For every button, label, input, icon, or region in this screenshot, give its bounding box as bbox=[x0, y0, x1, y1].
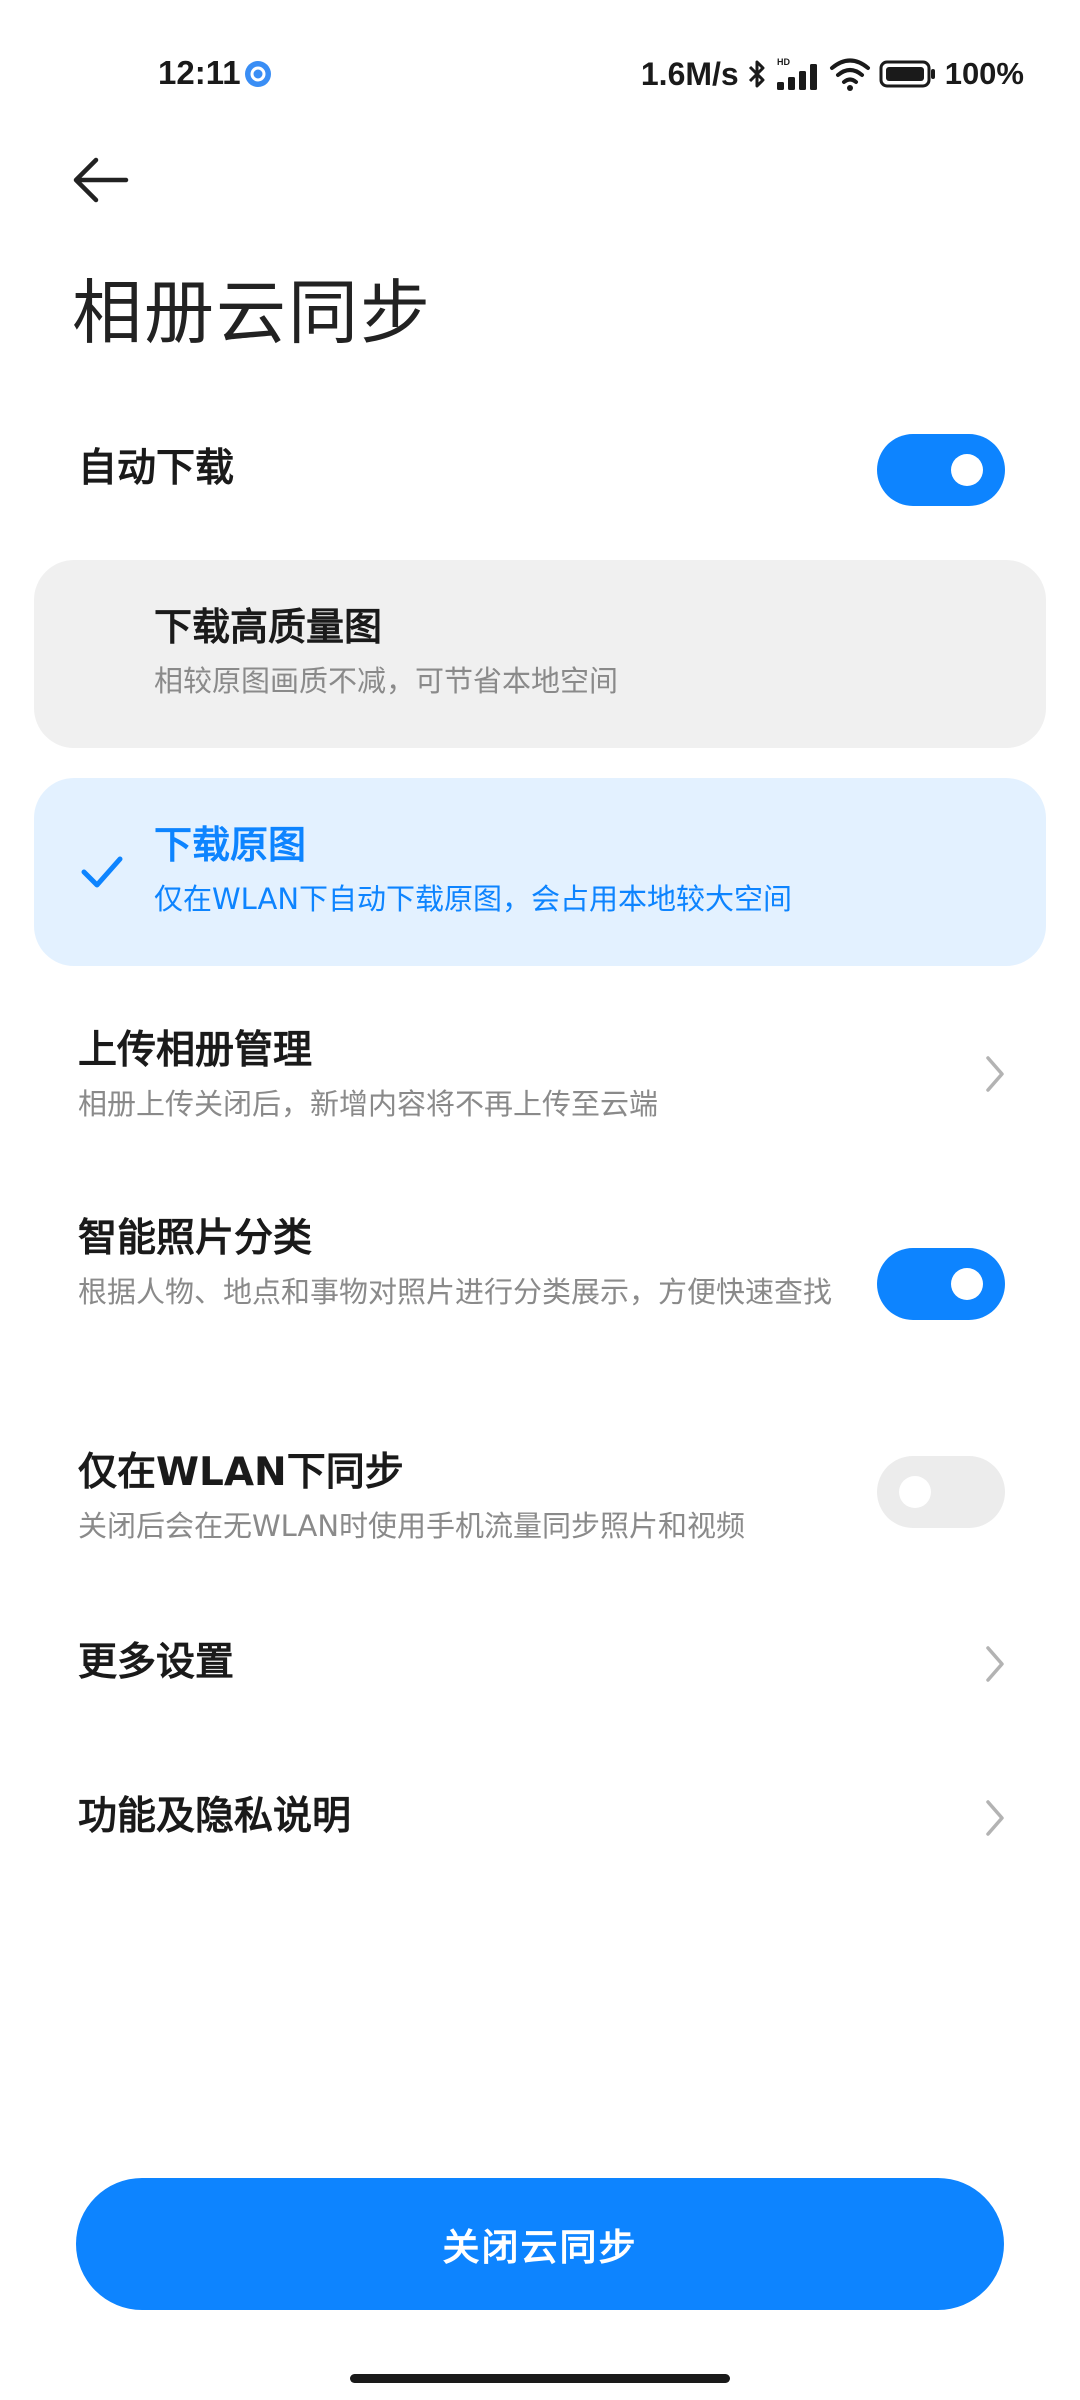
smart-classification-description: 根据人物、地点和事物对照片进行分类展示，方便快速查找 bbox=[78, 1275, 833, 1309]
home-indicator[interactable] bbox=[350, 2374, 730, 2383]
back-button[interactable] bbox=[66, 148, 138, 212]
toggle-knob bbox=[951, 454, 983, 486]
smart-classification-toggle[interactable] bbox=[877, 1248, 1005, 1320]
checkmark-icon bbox=[81, 856, 123, 888]
smart-classification-title: 智能照片分类 bbox=[78, 1216, 313, 1261]
signal-icon: HD bbox=[776, 57, 817, 90]
page-title: 相册云同步 bbox=[72, 272, 432, 354]
toggle-knob bbox=[899, 1476, 931, 1508]
option-title: 下载原图 bbox=[154, 823, 307, 867]
option-description: 仅在WLAN下自动下载原图，会占用本地较大空间 bbox=[154, 882, 793, 916]
option-description: 相较原图画质不减，可节省本地空间 bbox=[154, 664, 619, 698]
chevron-right-icon bbox=[986, 1800, 1004, 1836]
status-time: 12:11 bbox=[158, 54, 241, 91]
upload-management-row[interactable]: 上传相册管理 相册上传关闭后，新增内容将不再上传至云端 bbox=[0, 1010, 1080, 1140]
download-option-original[interactable]: 下载原图 仅在WLAN下自动下载原图，会占用本地较大空间 bbox=[34, 778, 1046, 966]
auto-download-row[interactable]: 自动下载 bbox=[0, 420, 1080, 520]
arrow-left-icon bbox=[73, 157, 129, 203]
more-settings-title: 更多设置 bbox=[78, 1640, 235, 1685]
smart-classification-row[interactable]: 智能照片分类 根据人物、地点和事物对照片进行分类展示，方便快速查找 bbox=[0, 1198, 1080, 1368]
option-title: 下载高质量图 bbox=[154, 605, 383, 649]
download-option-high-quality[interactable]: 下载高质量图 相较原图画质不减，可节省本地空间 bbox=[34, 560, 1046, 748]
bluetooth-icon bbox=[748, 60, 765, 88]
chevron-right-icon bbox=[986, 1056, 1004, 1092]
upload-management-title: 上传相册管理 bbox=[78, 1028, 313, 1073]
app-notification-icon bbox=[245, 61, 271, 87]
wlan-only-toggle[interactable] bbox=[877, 1456, 1005, 1528]
auto-download-label: 自动下载 bbox=[78, 446, 235, 491]
chevron-right-icon bbox=[986, 1646, 1004, 1682]
privacy-row[interactable]: 功能及隐私说明 bbox=[0, 1776, 1080, 1876]
toggle-knob bbox=[951, 1268, 983, 1300]
network-speed: 1.6M/s bbox=[640, 55, 739, 92]
status-right-group: 1.6M/s HD 100% bbox=[641, 52, 1024, 96]
more-settings-row[interactable]: 更多设置 bbox=[0, 1622, 1080, 1722]
wlan-only-description: 关闭后会在无WLAN时使用手机流量同步照片和视频 bbox=[78, 1509, 746, 1543]
status-bar: 12:11 1.6M/s HD 100% bbox=[0, 0, 1080, 140]
privacy-title: 功能及隐私说明 bbox=[78, 1794, 352, 1839]
close-cloud-sync-button[interactable]: 关闭云同步 bbox=[76, 2178, 1004, 2310]
wlan-only-title: 仅在WLAN下同步 bbox=[78, 1450, 404, 1495]
upload-management-description: 相册上传关闭后，新增内容将不再上传至云端 bbox=[78, 1087, 659, 1121]
battery-icon bbox=[879, 60, 935, 88]
wifi-icon bbox=[829, 58, 870, 91]
battery-percent: 100% bbox=[944, 56, 1024, 91]
wlan-only-row[interactable]: 仅在WLAN下同步 关闭后会在无WLAN时使用手机流量同步照片和视频 bbox=[0, 1432, 1080, 1562]
network-badge: HD bbox=[777, 57, 790, 67]
auto-download-toggle[interactable] bbox=[877, 434, 1005, 506]
